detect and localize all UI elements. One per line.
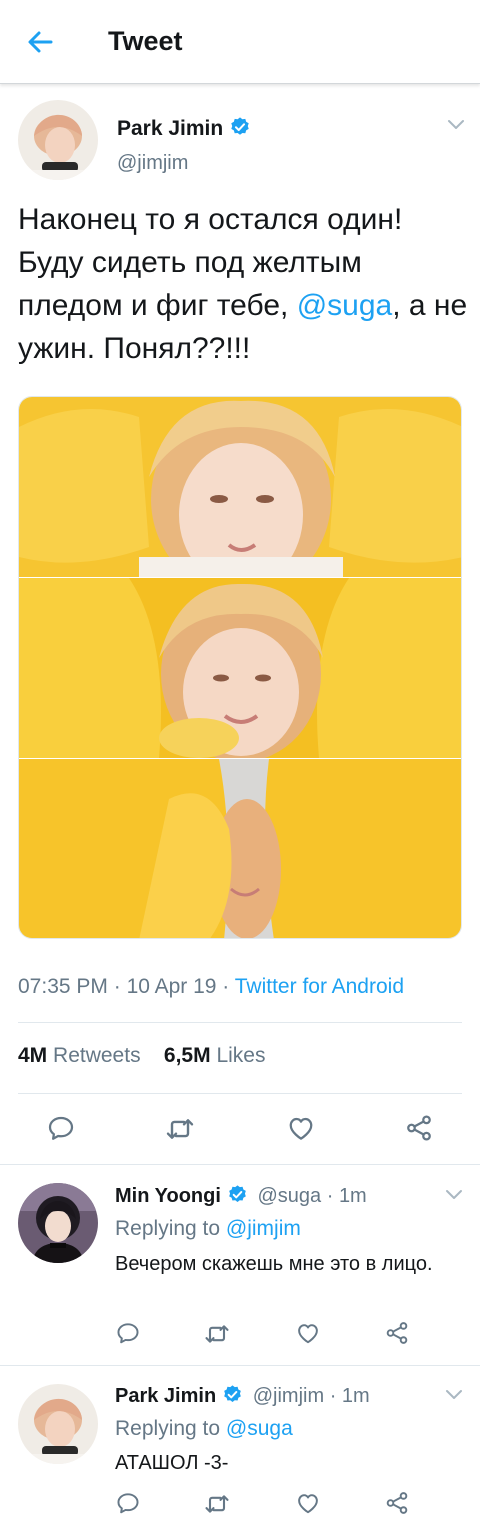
tweet-mention-link[interactable]: @suga — [297, 289, 393, 322]
media-image-3[interactable] — [19, 759, 461, 938]
replying-to-label: Replying to — [115, 1217, 221, 1240]
tweet-source-link[interactable]: Twitter for Android — [235, 975, 404, 998]
divider — [0, 1164, 480, 1165]
top-app-bar: Tweet — [0, 0, 480, 84]
media-image-1[interactable] — [19, 397, 461, 577]
verified-badge-icon — [229, 116, 251, 138]
reply-handle: @suga — [257, 1185, 322, 1207]
verified-badge-icon — [227, 1184, 248, 1205]
retweet-icon[interactable] — [203, 1490, 231, 1518]
back-arrow-icon — [28, 31, 53, 53]
author-avatar[interactable] — [18, 100, 98, 180]
reply-separator: · — [324, 1385, 342, 1407]
reply-text: АТАШОЛ -3- — [115, 1452, 229, 1474]
divider — [18, 1093, 462, 1094]
reply-author-name: Park Jimin — [115, 1385, 217, 1407]
likes-label[interactable]: Likes — [216, 1044, 265, 1067]
reply-text: Вечером скажешь мне это в лицо. — [115, 1253, 433, 1275]
tweet-time: 07:35 PM — [18, 975, 108, 998]
replying-to-link[interactable]: @suga — [226, 1417, 293, 1440]
chevron-down-icon[interactable] — [444, 1188, 464, 1202]
tweet-stats: 4M Retweets 6,5M Likes — [18, 1044, 265, 1068]
like-icon[interactable] — [295, 1490, 321, 1516]
replying-to: Replying to @jimjim — [115, 1217, 301, 1241]
reply-icon[interactable] — [115, 1320, 141, 1346]
avatar-image — [18, 100, 98, 180]
retweets-label[interactable]: Retweets — [53, 1044, 141, 1067]
tweet-text: Наконец то я остался один! Буду сидеть п… — [18, 198, 468, 370]
replying-to-label: Replying to — [115, 1417, 221, 1440]
replying-to-link[interactable]: @jimjim — [226, 1217, 301, 1240]
tweet-timestamp: 07:35 PM · 10 Apr 19 · Twitter for Andro… — [18, 975, 405, 998]
replying-to: Replying to @suga — [115, 1417, 293, 1441]
retweet-icon[interactable] — [203, 1320, 231, 1348]
reply-author-avatar[interactable] — [18, 1183, 98, 1263]
tweet-media[interactable] — [18, 396, 462, 939]
reply-author-row[interactable]: Park Jimin @jimjim · 1m — [115, 1384, 370, 1408]
chevron-down-icon[interactable] — [446, 118, 466, 132]
reply-age: 1m — [341, 1385, 370, 1407]
reply-separator: · — [321, 1185, 339, 1207]
reply-author-row[interactable]: Min Yoongi @suga · 1m — [115, 1184, 367, 1208]
verified-badge-icon — [222, 1384, 243, 1405]
share-icon[interactable] — [384, 1490, 410, 1516]
share-icon[interactable] — [384, 1320, 410, 1346]
author-name: Park Jimin — [117, 117, 224, 140]
reply-author-name: Min Yoongi — [115, 1185, 221, 1207]
reply-handle: @jimjim — [252, 1385, 325, 1407]
reply-age: 1m — [338, 1185, 367, 1207]
share-icon[interactable] — [404, 1113, 434, 1143]
page-title: Tweet — [108, 26, 183, 56]
author-name-row[interactable]: Park Jimin — [117, 116, 251, 141]
divider — [18, 1022, 462, 1023]
retweet-icon[interactable] — [164, 1113, 196, 1145]
reply-author-avatar[interactable] — [18, 1384, 98, 1464]
retweets-count[interactable]: 4M — [18, 1044, 47, 1067]
avatar-image — [18, 1384, 98, 1464]
back-button[interactable] — [20, 22, 60, 62]
chevron-down-icon[interactable] — [444, 1388, 464, 1402]
like-icon[interactable] — [286, 1113, 316, 1143]
reply-icon[interactable] — [115, 1490, 141, 1516]
media-image-2[interactable] — [19, 578, 461, 758]
avatar-image — [18, 1183, 98, 1263]
author-handle[interactable]: @jimjim — [117, 152, 188, 175]
likes-count[interactable]: 6,5M — [164, 1044, 211, 1067]
divider — [0, 1365, 480, 1366]
like-icon[interactable] — [295, 1320, 321, 1346]
tweet-date: 10 Apr 19 — [126, 975, 217, 998]
reply-icon[interactable] — [46, 1113, 76, 1143]
